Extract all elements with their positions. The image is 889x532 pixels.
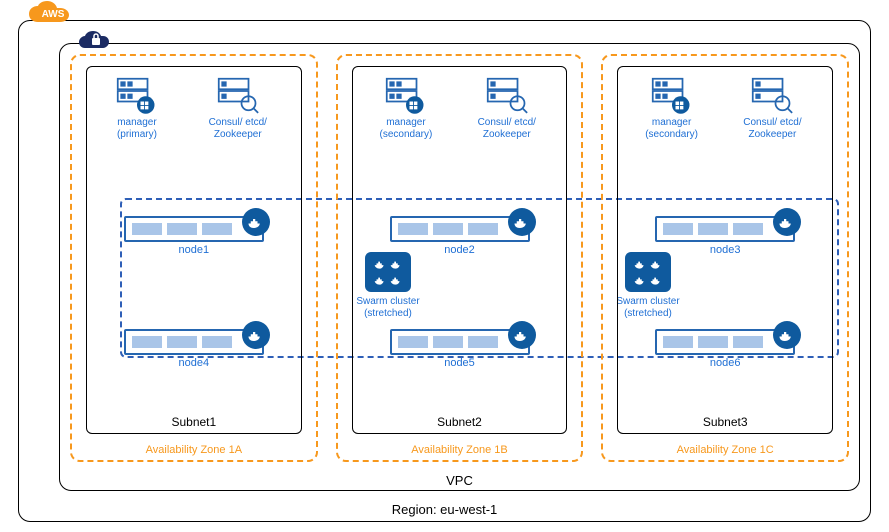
region-label: Region: eu-west-1	[19, 502, 870, 517]
server-bar-icon	[390, 216, 530, 242]
subnet-label: Subnet3	[618, 415, 832, 429]
docker-icon	[508, 321, 536, 349]
docker-icon	[242, 321, 270, 349]
server-bar-icon	[390, 329, 530, 355]
swarm-node: node6	[655, 329, 795, 369]
docker-icon	[242, 208, 270, 236]
subnet: manager (primary) Consul/ etcd/ Zookeeper…	[86, 66, 302, 434]
node-label: node5	[444, 357, 475, 369]
server-search-icon	[217, 77, 259, 115]
az-label: Availability Zone 1B	[338, 444, 582, 456]
consul-label: Consul/ etcd/ Zookeeper	[457, 117, 556, 141]
az-label: Availability Zone 1A	[72, 444, 316, 456]
consul-service: Consul/ etcd/ Zookeeper	[723, 77, 822, 167]
subnet: manager (secondary) Consul/ etcd/ Zookeep…	[352, 66, 568, 434]
manager-service: manager (secondary)	[363, 77, 450, 167]
server-stack-icon	[651, 77, 693, 115]
aws-cloud-icon: AWS	[28, 0, 78, 35]
swarm-node: node1	[124, 216, 264, 256]
docker-icon	[773, 208, 801, 236]
subnet-label: Subnet2	[353, 415, 567, 429]
server-bar-icon	[124, 329, 264, 355]
server-search-icon	[751, 77, 793, 115]
availability-zone: manager (secondary) Consul/ etcd/ Zookeep…	[336, 54, 584, 462]
manager-service: manager (secondary)	[628, 77, 715, 167]
server-bar-icon	[124, 216, 264, 242]
server-stack-icon	[385, 77, 427, 115]
swarm-node: node4	[124, 329, 264, 369]
consul-label: Consul/ etcd/ Zookeeper	[185, 117, 291, 141]
subnet-label: Subnet1	[87, 415, 301, 429]
vpc-container: VPC Swarm cluster (stretched) Swarm clus…	[59, 43, 860, 491]
consul-label: Consul/ etcd/ Zookeeper	[723, 117, 822, 141]
subnet: manager (secondary) Consul/ etcd/ Zookeep…	[617, 66, 833, 434]
manager-label: manager (secondary)	[628, 117, 715, 141]
availability-zone: manager (primary) Consul/ etcd/ Zookeeper…	[70, 54, 318, 462]
docker-icon	[773, 321, 801, 349]
vpc-label: VPC	[60, 473, 859, 488]
zones-row: manager (primary) Consul/ etcd/ Zookeeper…	[70, 54, 849, 462]
swarm-node: node5	[390, 329, 530, 369]
server-bar-icon	[655, 329, 795, 355]
server-stack-icon	[116, 77, 158, 115]
node-label: node3	[710, 244, 741, 256]
node-label: node6	[710, 357, 741, 369]
region-container: Region: eu-west-1 VPC Swarm cluster (str…	[18, 20, 871, 522]
node-label: node1	[179, 244, 210, 256]
node-label: node4	[179, 357, 210, 369]
node-label: node2	[444, 244, 475, 256]
server-bar-icon	[655, 216, 795, 242]
az-label: Availability Zone 1C	[603, 444, 847, 456]
docker-icon	[508, 208, 536, 236]
manager-label: manager (primary)	[97, 117, 177, 141]
availability-zone: manager (secondary) Consul/ etcd/ Zookeep…	[601, 54, 849, 462]
swarm-node: node2	[390, 216, 530, 256]
swarm-node: node3	[655, 216, 795, 256]
consul-service: Consul/ etcd/ Zookeeper	[185, 77, 291, 167]
manager-label: manager (secondary)	[363, 117, 450, 141]
aws-badge-text: AWS	[42, 9, 65, 20]
manager-service: manager (primary)	[97, 77, 177, 167]
consul-service: Consul/ etcd/ Zookeeper	[457, 77, 556, 167]
server-search-icon	[486, 77, 528, 115]
vpc-lock-icon	[78, 28, 112, 57]
